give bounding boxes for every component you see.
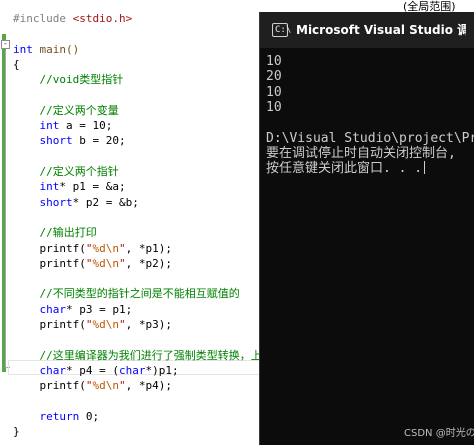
console-line: 要在调试停止时自动关闭控制台, [266,145,456,161]
code-line[interactable]: printf("%d\n", *p4); [13,378,172,393]
fold-guide-line [5,50,6,368]
code-token: int [13,42,33,56]
code-token: char [13,302,66,316]
code-line[interactable]: int main() [13,42,79,57]
code-token: //输出打印 [13,226,97,240]
code-token: , *p3); [125,318,172,331]
code-line[interactable]: //定义两个变量 [13,103,119,118]
code-token: * p2 = &b; [72,195,139,209]
code-token: } [13,425,20,439]
code-line[interactable]: char* p4 = (char*)p1; [13,363,179,378]
console-line: 按任意键关闭此窗口. . . [266,161,426,176]
code-token: //不同类型的指针之间是不能相互赋值的 [13,287,240,301]
code-token: 0; [79,409,100,423]
console-titlebar[interactable]: C:\ Microsoft Visual Studio 调试控 [260,12,474,48]
code-token: %d\n [92,379,119,393]
code-line[interactable]: printf("%d\n", *p1); [13,241,172,256]
watermark: CSDN @时光の尘 [404,428,474,439]
code-token: short [13,195,73,209]
code-token: char [13,363,66,377]
code-line[interactable]: { [13,57,20,72]
code-line[interactable]: //这里编译器为我们进行了强制类型转换，上 [13,348,262,363]
code-line[interactable]: //定义两个指针 [13,164,119,179]
code-token: <stdio.h> [72,12,133,25]
code-token: b = 20; [72,134,126,148]
code-token: int [13,180,60,194]
code-token: , *p2); [125,256,172,270]
code-line[interactable]: //void类型指针 [13,72,123,87]
code-token: * p3 = p1; [65,302,133,316]
code-token: //定义两个指针 [13,165,119,178]
code-token: a = 10; [59,119,113,133]
code-token: return [13,409,80,423]
code-token: short [13,134,73,148]
code-token: printf( [13,379,86,393]
console-line: 10 [266,84,282,100]
code-token: printf( [13,256,86,270]
code-line[interactable]: #include <stdio.h> [13,11,132,26]
code-token: " [118,241,126,255]
code-token: %d\n [92,241,119,255]
code-token: int [13,119,60,133]
console-line: 10 [266,54,282,69]
code-token: //这里编译器为我们进行了强制类型转换，上 [13,348,262,362]
code-token: *)p1; [145,363,179,377]
code-token: %d\n [92,256,119,270]
code-token: char [118,363,146,377]
console-line: D:\Visual Studio\project\Proj [266,130,474,146]
code-line[interactable]: int a = 10; [13,118,112,133]
code-line[interactable]: int* p1 = &a; [13,179,126,194]
code-token: #include [13,12,73,25]
code-token: //void类型指针 [13,73,124,87]
code-line[interactable]: return 0; [13,409,99,424]
text-cursor [424,161,426,175]
console-app-icon: C:\ [272,23,291,37]
code-line[interactable]: //输出打印 [13,225,97,240]
code-line[interactable]: printf("%d\n", *p2); [13,256,172,271]
code-line[interactable]: //不同类型的指针之间是不能相互赋值的 [13,286,240,301]
code-token: * p4 = ( [65,363,119,377]
console-window[interactable]: C:\ Microsoft Visual Studio 调试控 10201010… [259,12,474,445]
code-line[interactable]: char* p3 = p1; [13,302,132,317]
code-line[interactable]: short b = 20; [13,133,126,148]
code-token: " [118,256,126,270]
code-token: //定义两个变量 [13,103,119,117]
console-title: Microsoft Visual Studio 调试控 [296,23,466,37]
code-line[interactable]: short* p2 = &b; [13,195,139,210]
code-line[interactable]: } [13,424,20,439]
console-line: 20 [266,69,282,85]
code-line[interactable]: printf("%d\n", *p3); [13,317,172,332]
code-token: %d\n [92,318,119,331]
code-token: " [118,379,126,393]
code-token: main() [32,42,80,56]
code-token: { [13,57,20,71]
code-token: * p1 = &a; [59,180,126,194]
code-token: printf( [13,318,86,331]
code-token: " [118,318,126,331]
console-line: 10 [266,99,282,115]
collapse-icon[interactable]: - [1,40,10,49]
code-token: , *p4); [125,379,172,393]
code-token: , *p1); [125,241,172,255]
code-token: printf( [13,241,86,255]
